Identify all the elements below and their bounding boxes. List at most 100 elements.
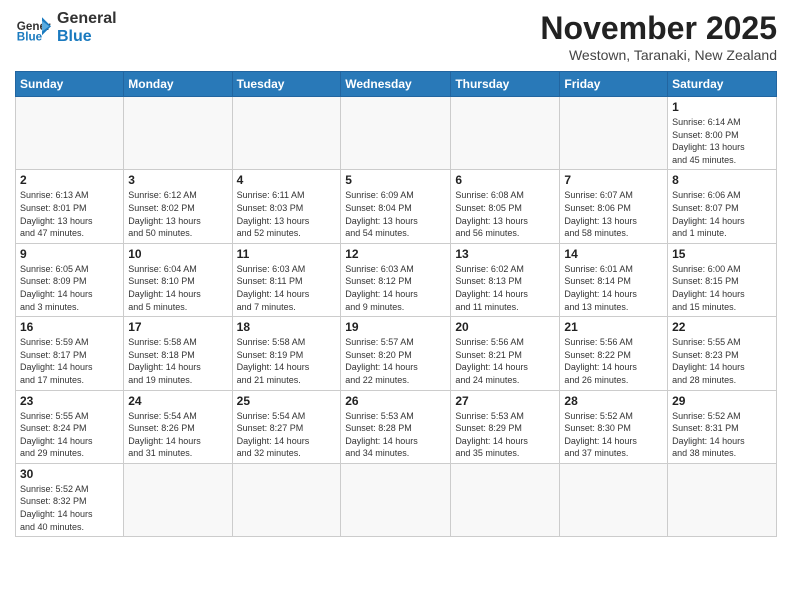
calendar-cell — [668, 463, 777, 536]
week-row-3: 9Sunrise: 6:05 AM Sunset: 8:09 PM Daylig… — [16, 243, 777, 316]
weekday-header-tuesday: Tuesday — [232, 72, 341, 97]
day-number: 24 — [128, 394, 227, 408]
day-number: 14 — [564, 247, 663, 261]
day-info: Sunrise: 6:08 AM Sunset: 8:05 PM Dayligh… — [455, 189, 555, 239]
weekday-header-row: SundayMondayTuesdayWednesdayThursdayFrid… — [16, 72, 777, 97]
calendar-cell: 11 Sunrise: 6:03 AM Sunset: 8:11 PM Dayli… — [232, 243, 341, 316]
day-number: 20 — [455, 320, 555, 334]
day-number: 2 — [20, 173, 119, 187]
calendar-cell: 30 Sunrise: 5:52 AM Sunset: 8:32 PM Dayli… — [16, 463, 124, 536]
day-number: 11 — [237, 247, 337, 261]
calendar-cell — [560, 97, 668, 170]
day-number: 6 — [455, 173, 555, 187]
logo-blue: Blue — [57, 28, 117, 46]
logo: General Blue General Blue — [15, 10, 117, 46]
week-row-4: 16 Sunrise: 5:59 AM Sunset: 8:17 PM Dayli… — [16, 317, 777, 390]
calendar-cell: 29Sunrise: 5:52 AM Sunset: 8:31 PM Dayli… — [668, 390, 777, 463]
day-info: Sunrise: 5:59 AM Sunset: 8:17 PM Dayligh… — [20, 336, 119, 386]
week-row-2: 2 Sunrise: 6:13 AM Sunset: 8:01 PM Daylig… — [16, 170, 777, 243]
calendar-cell: 5 Sunrise: 6:09 AM Sunset: 8:04 PM Daylig… — [341, 170, 451, 243]
logo-icon: General Blue — [15, 10, 51, 46]
day-info: Sunrise: 5:52 AM Sunset: 8:32 PM Dayligh… — [20, 483, 119, 533]
day-info: Sunrise: 6:06 AM Sunset: 8:07 PM Dayligh… — [672, 189, 772, 239]
day-info: Sunrise: 6:00 AM Sunset: 8:15 PM Dayligh… — [672, 263, 772, 313]
location-subtitle: Westown, Taranaki, New Zealand — [540, 47, 777, 63]
day-info: Sunrise: 5:53 AM Sunset: 8:29 PM Dayligh… — [455, 410, 555, 460]
page-header: General Blue General Blue November 2025 … — [15, 10, 777, 63]
day-number: 26 — [345, 394, 446, 408]
day-info: Sunrise: 5:58 AM Sunset: 8:19 PM Dayligh… — [237, 336, 337, 386]
day-number: 1 — [672, 100, 772, 114]
day-info: Sunrise: 6:09 AM Sunset: 8:04 PM Dayligh… — [345, 189, 446, 239]
day-number: 27 — [455, 394, 555, 408]
day-number: 9 — [20, 247, 119, 261]
calendar-cell: 10 Sunrise: 6:04 AM Sunset: 8:10 PM Dayli… — [124, 243, 232, 316]
weekday-header-friday: Friday — [560, 72, 668, 97]
day-number: 5 — [345, 173, 446, 187]
day-number: 16 — [20, 320, 119, 334]
day-info: Sunrise: 5:58 AM Sunset: 8:18 PM Dayligh… — [128, 336, 227, 386]
title-block: November 2025 Westown, Taranaki, New Zea… — [540, 10, 777, 63]
calendar-cell: 25Sunrise: 5:54 AM Sunset: 8:27 PM Dayli… — [232, 390, 341, 463]
day-number: 22 — [672, 320, 772, 334]
calendar-cell — [451, 97, 560, 170]
calendar-cell: 8 Sunrise: 6:06 AM Sunset: 8:07 PM Daylig… — [668, 170, 777, 243]
day-info: Sunrise: 5:57 AM Sunset: 8:20 PM Dayligh… — [345, 336, 446, 386]
day-info: Sunrise: 6:11 AM Sunset: 8:03 PM Dayligh… — [237, 189, 337, 239]
calendar-cell — [341, 463, 451, 536]
calendar-cell: 24 Sunrise: 5:54 AM Sunset: 8:26 PM Dayli… — [124, 390, 232, 463]
day-number: 8 — [672, 173, 772, 187]
calendar-cell: 26Sunrise: 5:53 AM Sunset: 8:28 PM Dayli… — [341, 390, 451, 463]
month-title: November 2025 — [540, 10, 777, 47]
calendar-cell — [451, 463, 560, 536]
day-number: 15 — [672, 247, 772, 261]
calendar-cell: 7Sunrise: 6:07 AM Sunset: 8:06 PM Daylig… — [560, 170, 668, 243]
day-info: Sunrise: 5:54 AM Sunset: 8:26 PM Dayligh… — [128, 410, 227, 460]
day-info: Sunrise: 5:55 AM Sunset: 8:23 PM Dayligh… — [672, 336, 772, 386]
day-number: 10 — [128, 247, 227, 261]
calendar-cell: 23Sunrise: 5:55 AM Sunset: 8:24 PM Dayli… — [16, 390, 124, 463]
weekday-header-sunday: Sunday — [16, 72, 124, 97]
calendar-cell — [232, 97, 341, 170]
day-info: Sunrise: 6:13 AM Sunset: 8:01 PM Dayligh… — [20, 189, 119, 239]
day-number: 13 — [455, 247, 555, 261]
day-number: 25 — [237, 394, 337, 408]
calendar-cell: 21 Sunrise: 5:56 AM Sunset: 8:22 PM Dayli… — [560, 317, 668, 390]
day-info: Sunrise: 5:52 AM Sunset: 8:30 PM Dayligh… — [564, 410, 663, 460]
day-info: Sunrise: 5:55 AM Sunset: 8:24 PM Dayligh… — [20, 410, 119, 460]
day-info: Sunrise: 5:52 AM Sunset: 8:31 PM Dayligh… — [672, 410, 772, 460]
day-number: 17 — [128, 320, 227, 334]
calendar-cell: 3Sunrise: 6:12 AM Sunset: 8:02 PM Daylig… — [124, 170, 232, 243]
day-info: Sunrise: 6:04 AM Sunset: 8:10 PM Dayligh… — [128, 263, 227, 313]
calendar-cell: 15 Sunrise: 6:00 AM Sunset: 8:15 PM Dayli… — [668, 243, 777, 316]
calendar-cell: 18Sunrise: 5:58 AM Sunset: 8:19 PM Dayli… — [232, 317, 341, 390]
day-info: Sunrise: 5:56 AM Sunset: 8:22 PM Dayligh… — [564, 336, 663, 386]
logo-general: General — [57, 10, 117, 28]
calendar-cell: 4 Sunrise: 6:11 AM Sunset: 8:03 PM Daylig… — [232, 170, 341, 243]
day-info: Sunrise: 6:12 AM Sunset: 8:02 PM Dayligh… — [128, 189, 227, 239]
day-info: Sunrise: 6:01 AM Sunset: 8:14 PM Dayligh… — [564, 263, 663, 313]
day-number: 4 — [237, 173, 337, 187]
day-number: 21 — [564, 320, 663, 334]
day-info: Sunrise: 6:02 AM Sunset: 8:13 PM Dayligh… — [455, 263, 555, 313]
calendar-cell: 22 Sunrise: 5:55 AM Sunset: 8:23 PM Dayli… — [668, 317, 777, 390]
calendar-cell: 2 Sunrise: 6:13 AM Sunset: 8:01 PM Daylig… — [16, 170, 124, 243]
day-number: 28 — [564, 394, 663, 408]
day-number: 12 — [345, 247, 446, 261]
calendar-cell: 13 Sunrise: 6:02 AM Sunset: 8:13 PM Dayli… — [451, 243, 560, 316]
calendar-cell — [16, 97, 124, 170]
calendar-cell: 17 Sunrise: 5:58 AM Sunset: 8:18 PM Dayli… — [124, 317, 232, 390]
day-info: Sunrise: 6:14 AM Sunset: 8:00 PM Dayligh… — [672, 116, 772, 166]
svg-text:Blue: Blue — [17, 31, 43, 44]
day-info: Sunrise: 5:56 AM Sunset: 8:21 PM Dayligh… — [455, 336, 555, 386]
week-row-6: 30 Sunrise: 5:52 AM Sunset: 8:32 PM Dayli… — [16, 463, 777, 536]
day-info: Sunrise: 6:03 AM Sunset: 8:11 PM Dayligh… — [237, 263, 337, 313]
calendar-cell — [124, 463, 232, 536]
weekday-header-saturday: Saturday — [668, 72, 777, 97]
calendar-cell: 28 Sunrise: 5:52 AM Sunset: 8:30 PM Dayli… — [560, 390, 668, 463]
calendar-cell: 6 Sunrise: 6:08 AM Sunset: 8:05 PM Daylig… — [451, 170, 560, 243]
calendar-table: SundayMondayTuesdayWednesdayThursdayFrid… — [15, 71, 777, 537]
day-number: 30 — [20, 467, 119, 481]
calendar-cell: 19Sunrise: 5:57 AM Sunset: 8:20 PM Dayli… — [341, 317, 451, 390]
weekday-header-monday: Monday — [124, 72, 232, 97]
